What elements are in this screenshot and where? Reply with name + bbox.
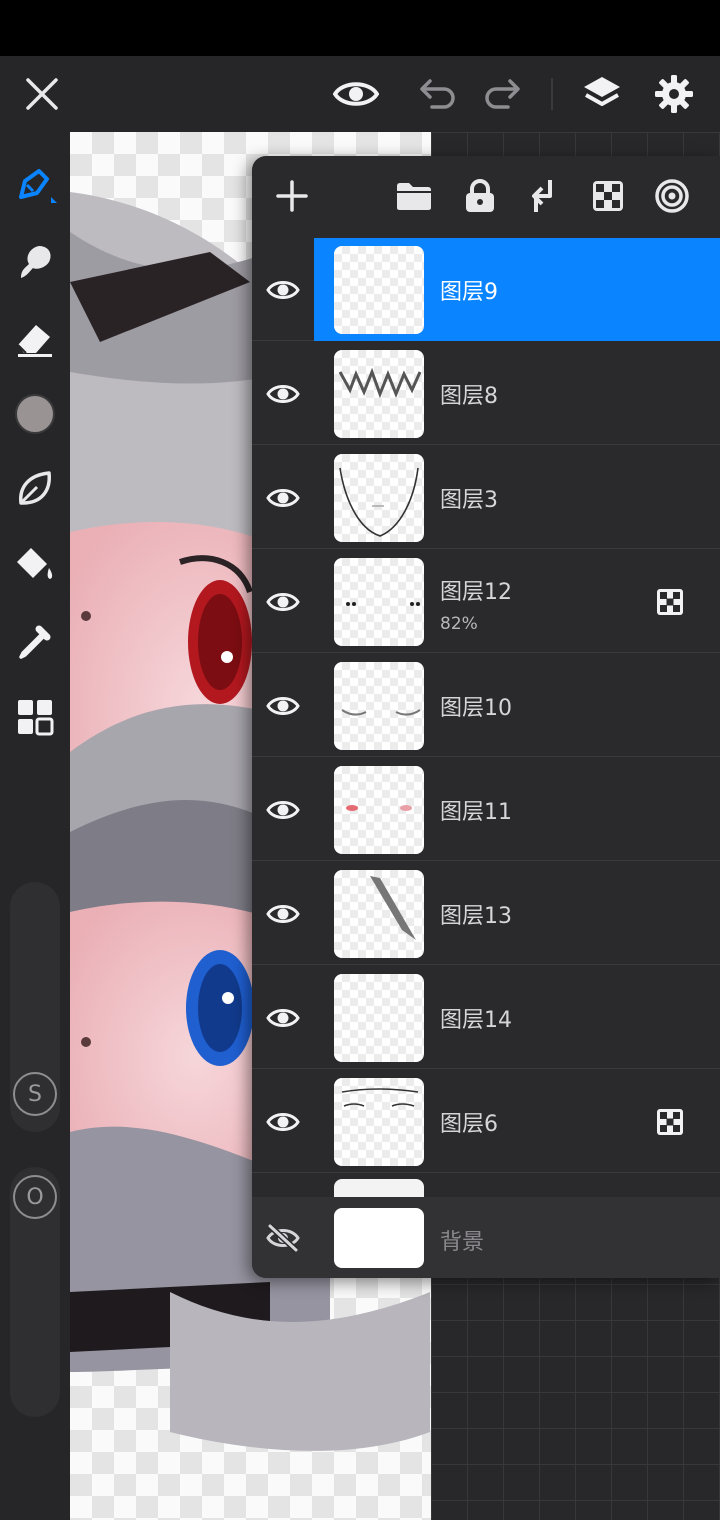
- layer-thumbnail: [334, 662, 424, 750]
- layer-row[interactable]: 图层12 82%: [252, 550, 720, 653]
- status-bar: [0, 0, 720, 56]
- eye-hidden-icon[interactable]: [252, 1197, 314, 1278]
- eyedropper-icon[interactable]: [10, 616, 60, 666]
- layer-thumbnail: [334, 870, 424, 958]
- layer-name: 图层10: [440, 696, 512, 721]
- background-layer-name: 背景: [440, 1230, 485, 1255]
- layer-name: 图层12: [440, 580, 512, 605]
- layer-name: 图层9: [440, 280, 498, 305]
- eye-icon[interactable]: [252, 238, 314, 341]
- add-layer-icon[interactable]: [270, 174, 314, 218]
- opacity-label: O: [13, 1175, 57, 1219]
- layer-opacity: 82%: [440, 614, 478, 634]
- layers-panel: 图层9 图层8 图层3 图层12 82% 图层10 图层11 图层13 图层14 图层6 背景: [252, 156, 720, 1278]
- smudge-icon[interactable]: [10, 237, 60, 287]
- layer-name: 图层8: [440, 384, 498, 409]
- layer-name: 图层6: [440, 1112, 498, 1137]
- layer-row[interactable]: 图层8: [252, 342, 720, 445]
- undo-icon[interactable]: [414, 70, 462, 118]
- left-toolbar: S O: [0, 132, 70, 1520]
- layer-row-body[interactable]: 图层13: [314, 862, 720, 965]
- layer-row[interactable]: 图层6: [252, 1070, 720, 1173]
- color-swatch[interactable]: [10, 389, 60, 439]
- layer-name: 图层3: [440, 488, 498, 513]
- eye-icon[interactable]: [252, 342, 314, 445]
- layer-row-body[interactable]: 图层9: [314, 238, 720, 341]
- layer-row-body[interactable]: 图层14: [314, 966, 720, 1069]
- top-toolbar: [0, 56, 720, 132]
- partial-layer-row: [252, 1179, 720, 1197]
- layer-name: 图层14: [440, 1008, 512, 1033]
- layer-row-body[interactable]: 图层11: [314, 758, 720, 861]
- eraser-icon[interactable]: [10, 314, 60, 364]
- layer-row[interactable]: 图层13: [252, 862, 720, 965]
- layer-row[interactable]: 图层10: [252, 654, 720, 757]
- fill-bucket-icon[interactable]: [10, 540, 60, 590]
- folder-icon[interactable]: [392, 174, 436, 218]
- alpha-lock-icon[interactable]: [586, 174, 630, 218]
- layer-row-body[interactable]: 图层8: [314, 342, 720, 445]
- layer-name: 图层11: [440, 800, 512, 825]
- layer-thumbnail: [334, 766, 424, 854]
- redo-icon[interactable]: [478, 70, 526, 118]
- layer-thumbnail: [334, 246, 424, 334]
- eye-icon[interactable]: [252, 446, 314, 549]
- eye-icon[interactable]: [252, 862, 314, 965]
- layer-row-body[interactable]: 图层3: [314, 446, 720, 549]
- layer-row-body[interactable]: 图层10: [314, 654, 720, 757]
- size-label: S: [13, 1072, 57, 1116]
- layer-row[interactable]: 图层14: [252, 966, 720, 1069]
- eye-icon[interactable]: [252, 966, 314, 1069]
- eye-icon[interactable]: [252, 654, 314, 757]
- layer-row[interactable]: 图层3: [252, 446, 720, 549]
- layer-thumbnail: [334, 558, 424, 646]
- eye-icon[interactable]: [252, 1070, 314, 1173]
- background-thumbnail: [334, 1208, 424, 1268]
- layer-thumbnail: [334, 974, 424, 1062]
- layer-row-body[interactable]: 图层12 82%: [314, 550, 720, 653]
- layer-name: 图层13: [440, 904, 512, 929]
- close-icon[interactable]: [18, 70, 66, 118]
- merge-down-icon[interactable]: [522, 174, 566, 218]
- toolbar-divider: [551, 78, 553, 110]
- leaf-icon[interactable]: [10, 464, 60, 514]
- alpha-lock-icon: [656, 588, 684, 616]
- layers-icon[interactable]: [578, 70, 626, 118]
- layer-row[interactable]: 图层9: [252, 238, 720, 341]
- layer-thumbnail: [334, 350, 424, 438]
- background-layer-row[interactable]: 背景: [252, 1197, 720, 1278]
- gear-icon[interactable]: [650, 70, 698, 118]
- lock-icon[interactable]: [458, 174, 502, 218]
- layer-row-body[interactable]: 图层6: [314, 1070, 720, 1173]
- layer-row[interactable]: 图层11: [252, 758, 720, 861]
- grid-icon[interactable]: [10, 692, 60, 742]
- eye-icon[interactable]: [252, 550, 314, 653]
- layer-thumbnail: [334, 1078, 424, 1166]
- eye-icon[interactable]: [332, 70, 380, 118]
- brush-icon[interactable]: [10, 160, 60, 210]
- layer-thumbnail: [334, 454, 424, 542]
- layer-thumbnail: [334, 1179, 424, 1197]
- eye-icon[interactable]: [252, 758, 314, 861]
- clipping-icon[interactable]: [650, 174, 694, 218]
- layers-panel-toolbar: [252, 156, 720, 238]
- alpha-lock-icon: [656, 1108, 684, 1136]
